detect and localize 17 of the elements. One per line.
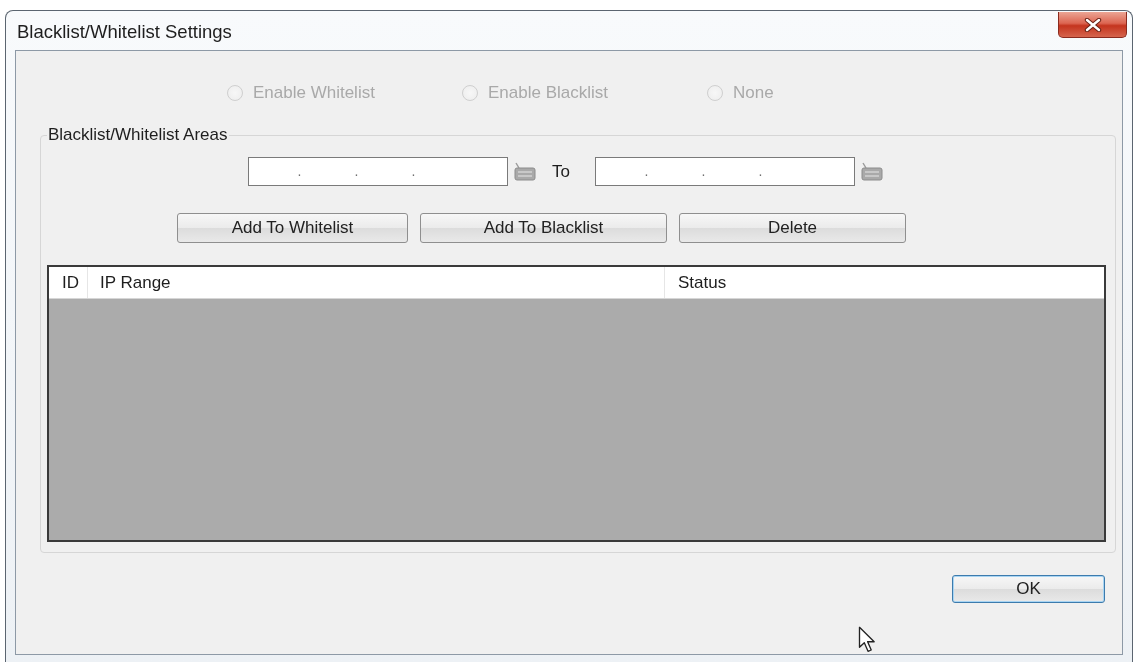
close-button[interactable] bbox=[1058, 12, 1127, 38]
window-title: Blacklist/Whitelist Settings bbox=[16, 21, 232, 43]
column-header[interactable]: IP Range bbox=[88, 267, 665, 298]
group-box-label: Blacklist/Whitelist Areas bbox=[47, 125, 229, 145]
close-icon bbox=[1083, 17, 1102, 32]
ok-button[interactable]: OK bbox=[952, 575, 1105, 603]
ip-address-field[interactable]: . . . bbox=[594, 157, 855, 186]
action-button[interactable]: Add To Whitelist bbox=[177, 213, 408, 243]
action-button[interactable]: Add To Blacklist bbox=[420, 213, 667, 243]
ip-address-field[interactable]: . . . bbox=[248, 157, 508, 186]
keyboard-icon[interactable] bbox=[514, 162, 536, 181]
mouse-pointer-icon bbox=[858, 626, 877, 654]
to-label: To bbox=[552, 161, 570, 182]
action-button[interactable]: Delete bbox=[679, 213, 906, 243]
keyboard-icon[interactable] bbox=[860, 162, 883, 181]
column-header[interactable]: Status bbox=[665, 267, 1104, 298]
column-header[interactable]: ID bbox=[49, 267, 88, 298]
